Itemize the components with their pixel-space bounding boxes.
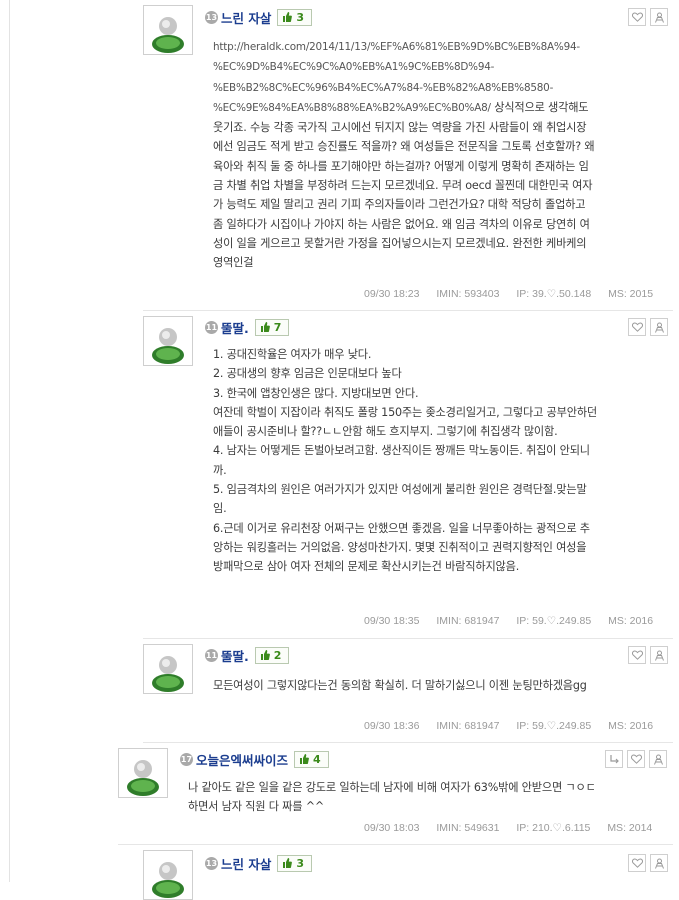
like-button[interactable]: 2	[254, 646, 290, 664]
nickname[interactable]: 느린 자살	[221, 8, 271, 27]
like-button[interactable]: 3	[277, 854, 313, 872]
comment-body: 모든여성이 그렇지않다는건 동의함 확실히. 더 말하기싫으니 이젠 눈팅만하겠…	[213, 679, 587, 692]
level-badge: 17	[180, 752, 193, 766]
comment-item: 11 뚤딸. 7 1. 공대진학율은 여자가 매우 낮다. 2. 공대생의 향후…	[143, 310, 673, 639]
comment-ms: MS: 2016	[608, 615, 654, 627]
avatar[interactable]	[143, 850, 193, 900]
comment-meta: 09/30 18:36 IMIN: 681947 IP: 59.♡.249.85…	[364, 720, 653, 732]
comment-item: 13 느린 자살 3 http://heraldk.com/2014/11/13…	[143, 0, 673, 311]
user-avatar-icon	[152, 656, 184, 692]
heart-button[interactable]	[628, 854, 646, 872]
avatar[interactable]	[143, 644, 193, 694]
avatar[interactable]	[118, 748, 168, 798]
heart-icon	[631, 322, 643, 332]
comment-item: 11 뚤딸. 2 모든여성이 그렇지않다는건 동의함 확실히. 더 말하기싫으니…	[143, 638, 673, 743]
comment-header: 11 뚤딸. 7	[205, 318, 290, 337]
report-button[interactable]	[650, 318, 668, 336]
comment-actions	[605, 750, 667, 768]
comment-imin: IMIN: 681947	[436, 720, 500, 732]
reply-button[interactable]	[605, 750, 623, 768]
user-avatar-icon	[152, 328, 184, 364]
comment-ip: IP: 59.♡.249.85	[516, 720, 592, 732]
comment-body: 나 같아도 같은 일을 같은 강도로 일하는데 남자에 비해 여자가 63%밖에…	[188, 781, 596, 814]
report-person-icon	[654, 12, 664, 23]
report-person-icon	[654, 858, 664, 869]
report-person-icon	[653, 754, 663, 765]
comment-date: 09/30 18:35	[364, 615, 420, 627]
heart-button[interactable]	[628, 8, 646, 26]
level-badge: 11	[205, 648, 218, 662]
thumbs-up-icon	[260, 322, 270, 332]
report-button[interactable]	[650, 8, 668, 26]
avatar[interactable]	[143, 5, 193, 55]
report-button[interactable]	[649, 750, 667, 768]
like-button[interactable]: 7	[254, 318, 290, 336]
comment-ip: IP: 39.♡.50.148	[516, 288, 592, 300]
level-badge: 11	[205, 320, 218, 334]
report-button[interactable]	[650, 854, 668, 872]
comment-ip: IP: 210.♡.6.115	[516, 822, 591, 834]
like-button[interactable]: 3	[277, 8, 313, 26]
user-avatar-icon	[127, 760, 159, 796]
level-badge: 13	[205, 10, 218, 24]
user-avatar-icon	[152, 17, 184, 53]
comment-body: http://heraldk.com/2014/11/13/%EF%A6%81%…	[213, 37, 595, 273]
thumbs-up-icon	[260, 650, 270, 660]
like-button[interactable]: 4	[294, 750, 329, 768]
comment-actions	[628, 646, 668, 664]
comment-actions	[628, 318, 668, 336]
comment-ms: MS: 2014	[607, 822, 653, 834]
reply-arrow-icon	[609, 755, 619, 764]
heart-icon	[630, 754, 642, 764]
like-count: 7	[273, 320, 282, 334]
comment-imin: IMIN: 549631	[436, 822, 500, 834]
comment-header: 11 뚤딸. 2	[205, 646, 290, 665]
like-count: 2	[273, 648, 282, 662]
comment-date: 09/30 18:03	[364, 822, 420, 834]
nickname[interactable]: 뚤딸.	[221, 318, 249, 337]
heart-icon	[631, 650, 643, 660]
heart-button[interactable]	[628, 646, 646, 664]
like-count: 4	[313, 752, 321, 766]
level-badge: 13	[205, 856, 218, 870]
comment-ms: MS: 2016	[608, 720, 654, 732]
report-person-icon	[654, 650, 664, 661]
thumbs-up-icon	[283, 858, 293, 868]
report-button[interactable]	[650, 646, 668, 664]
comment-meta: 09/30 18:03 IMIN: 549631 IP: 210.♡.6.115…	[364, 822, 652, 834]
comment-header: 17 오늘은엑써싸이즈 4	[180, 750, 329, 768]
heart-icon	[631, 858, 643, 868]
nickname[interactable]: 뚤딸.	[221, 646, 249, 665]
heart-icon	[631, 12, 643, 22]
like-count: 3	[296, 10, 305, 24]
comment-item: 17 오늘은엑써싸이즈 4 나 같아도 같은 일을 같은 강도로 일하는데 남자…	[118, 742, 673, 845]
comment-meta: 09/30 18:23 IMIN: 593403 IP: 39.♡.50.148…	[364, 288, 653, 300]
heart-button[interactable]	[628, 318, 646, 336]
comment-header: 13 느린 자살 3	[205, 8, 313, 27]
comment-ip: IP: 59.♡.249.85	[516, 615, 592, 627]
heart-button[interactable]	[627, 750, 645, 768]
comment-body: 1. 공대진학율은 여자가 매우 낮다. 2. 공대생의 향후 임금은 인문대보…	[213, 348, 598, 574]
avatar[interactable]	[143, 316, 193, 366]
comment-meta: 09/30 18:35 IMIN: 681947 IP: 59.♡.249.85…	[364, 615, 653, 627]
user-avatar-icon	[152, 862, 184, 898]
comment-actions	[628, 8, 668, 26]
comment-date: 09/30 18:36	[364, 720, 420, 732]
comment-item: 13 느린 자살 3	[143, 844, 673, 900]
comment-actions	[628, 854, 668, 872]
report-person-icon	[654, 322, 664, 333]
nickname[interactable]: 오늘은엑써싸이즈	[196, 750, 288, 769]
comment-header: 13 느린 자살 3	[205, 854, 313, 873]
thumbs-up-icon	[300, 754, 309, 764]
comment-imin: IMIN: 593403	[436, 288, 500, 300]
like-count: 3	[296, 856, 305, 870]
comment-text: 상식적으로 생각해도 웃기죠. 수능 각종 국가직 고시에선 뒤지지 않는 역량…	[213, 100, 595, 270]
thumbs-up-icon	[283, 12, 293, 22]
comment-imin: IMIN: 681947	[436, 615, 500, 627]
nickname[interactable]: 느린 자살	[221, 854, 271, 873]
comment-list: 13 느린 자살 3 http://heraldk.com/2014/11/13…	[9, 0, 677, 900]
comment-ms: MS: 2015	[608, 288, 654, 300]
comment-date: 09/30 18:23	[364, 288, 420, 300]
